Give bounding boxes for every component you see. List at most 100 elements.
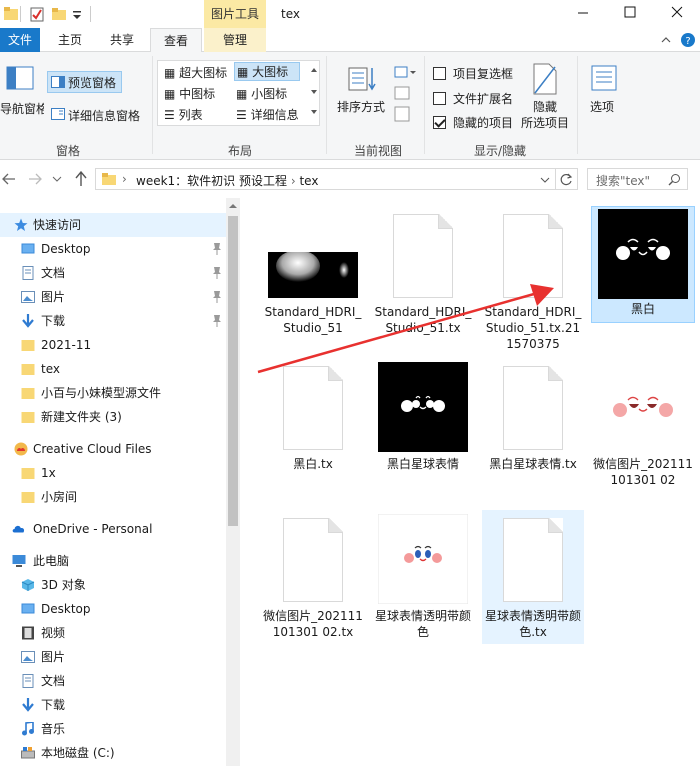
pin-icon[interactable] <box>211 266 223 280</box>
pin-icon[interactable] <box>211 314 223 328</box>
nav-item-music[interactable]: 音乐 <box>0 717 226 741</box>
recent-locations-icon[interactable] <box>52 174 62 184</box>
file-name: 黑白.tx <box>293 457 333 471</box>
pin-icon[interactable] <box>211 242 223 256</box>
download-arrow-icon <box>22 314 34 328</box>
nav-item-pc-desktop[interactable]: Desktop <box>0 597 226 621</box>
nav-item-documents[interactable]: 文档 <box>0 261 226 285</box>
nav-item-pc-pictures[interactable]: 图片 <box>0 645 226 669</box>
sort-by-icon <box>348 67 376 91</box>
nav-creative-cloud[interactable]: Creative Cloud Files <box>0 437 226 461</box>
help-icon[interactable]: ? <box>680 32 696 48</box>
search-input[interactable]: 搜索"tex" <box>587 168 688 190</box>
collapse-ribbon-icon[interactable] <box>660 34 672 46</box>
navigation-pane: 快速访问 Desktop 文档 图片 下载 2021-11 tex 小百与小妹模… <box>0 198 240 766</box>
documents-icon <box>22 674 34 688</box>
tab-view[interactable]: 查看 <box>150 28 202 53</box>
folder-icon <box>102 173 116 185</box>
window-title: tex <box>281 7 300 21</box>
file-tile[interactable]: 微信图片_202111101301 02 <box>592 360 694 510</box>
nav-this-pc[interactable]: 此电脑 <box>0 549 226 573</box>
file-tile[interactable]: 黑白.tx <box>262 360 364 510</box>
layout-scroll-icon[interactable] <box>309 64 319 122</box>
nav-item-local-disk[interactable]: 本地磁盘 (C:) <box>0 741 226 765</box>
details-pane-icon <box>51 108 65 120</box>
pin-icon[interactable] <box>211 290 223 304</box>
nav-item-videos[interactable]: 视频 <box>0 621 226 645</box>
file-tile-hovered[interactable]: 星球表情透明带颜色.tx <box>482 510 584 644</box>
chevron-down-icon[interactable] <box>540 175 550 185</box>
hidden-items-label[interactable]: 隐藏的项目 <box>453 114 513 131</box>
minimize-icon[interactable] <box>560 0 606 28</box>
file-extensions-label[interactable]: 文件扩展名 <box>453 90 513 107</box>
nav-item-pc-downloads[interactable]: 下载 <box>0 693 226 717</box>
navigation-pane-button[interactable]: 导航窗格 <box>0 100 44 117</box>
refresh-button[interactable] <box>556 168 578 190</box>
layout-small-icons[interactable]: ▦ 小图标 <box>236 85 287 102</box>
nav-scrollbar-thumb[interactable] <box>228 216 238 526</box>
customize-toolbar-icon[interactable] <box>72 6 82 22</box>
options-button[interactable]: 选项 <box>590 98 614 115</box>
file-tile-selected[interactable]: 黑白 <box>591 206 695 323</box>
scroll-up-icon[interactable] <box>229 202 237 210</box>
item-checkboxes-label[interactable]: 项目复选框 <box>453 65 513 82</box>
divider <box>424 56 425 154</box>
nav-item-desktop[interactable]: Desktop <box>0 237 226 261</box>
sort-by-button[interactable]: 排序方式 <box>337 98 385 115</box>
hide-selected-button[interactable]: 隐藏 <box>533 98 557 115</box>
breadcrumb-parent[interactable]: week1：软件初识 预设工程 <box>136 174 287 188</box>
file-tile[interactable]: 黑白星球表情.tx <box>482 360 584 510</box>
tab-home[interactable]: 主页 <box>50 28 90 52</box>
layout-large-icons[interactable]: ▦ 大图标 <box>234 62 300 81</box>
current-view-group-label: 当前视图 <box>354 144 403 158</box>
nav-item-tex[interactable]: tex <box>0 357 226 381</box>
close-icon[interactable] <box>654 0 700 28</box>
file-tile[interactable]: 黑白星球表情 <box>372 360 474 510</box>
layout-list[interactable]: ☰ 列表 <box>164 106 203 123</box>
nav-item-1x[interactable]: 1x <box>0 461 226 485</box>
nav-onedrive[interactable]: OneDrive - Personal <box>0 517 226 541</box>
nav-item-small-room[interactable]: 小房间 <box>0 485 226 509</box>
forward-arrow-icon[interactable] <box>28 172 42 186</box>
new-folder-icon[interactable] <box>52 6 66 22</box>
layout-extra-large-icons[interactable]: ▦ 超大图标 <box>164 64 227 81</box>
hidden-items-checkbox[interactable] <box>433 116 446 129</box>
group-by-icons[interactable] <box>393 65 417 125</box>
tab-file[interactable]: 文件 <box>0 28 40 52</box>
nav-item-new-folder-3[interactable]: 新建文件夹 (3) <box>0 405 226 429</box>
nav-quick-access[interactable]: 快速访问 <box>0 213 226 237</box>
nav-item-model-source[interactable]: 小百与小妹模型源文件 <box>0 381 226 405</box>
back-arrow-icon[interactable] <box>2 172 16 186</box>
file-name: 星球表情透明带颜色.tx <box>484 609 581 639</box>
film-icon <box>22 626 34 640</box>
item-checkboxes-checkbox[interactable] <box>433 67 446 80</box>
file-name: 黑白星球表情.tx <box>489 457 577 471</box>
chevron-right-icon: › <box>122 172 127 186</box>
bw-planet-face-thumbnail <box>598 209 688 299</box>
search-placeholder: 搜索"tex" <box>596 174 651 188</box>
pictures-icon <box>21 291 35 303</box>
properties-icon[interactable] <box>30 6 44 22</box>
tab-manage[interactable]: 管理 <box>204 28 266 52</box>
nav-item-pc-documents[interactable]: 文档 <box>0 669 226 693</box>
nav-item-downloads[interactable]: 下载 <box>0 309 226 333</box>
star-icon <box>14 218 28 231</box>
file-extensions-checkbox[interactable] <box>433 92 446 105</box>
folder-icon <box>21 468 35 479</box>
documents-icon <box>22 266 34 280</box>
breadcrumb-current[interactable]: tex <box>299 174 318 188</box>
address-bar[interactable]: › week1：软件初识 预设工程 › tex <box>95 168 556 190</box>
nav-item-pictures[interactable]: 图片 <box>0 285 226 309</box>
layout-details[interactable]: ☰ 详细信息 <box>236 106 299 123</box>
maximize-icon[interactable] <box>607 0 653 28</box>
nav-item-3d-objects[interactable]: 3D 对象 <box>0 573 226 597</box>
layout-medium-icons[interactable]: ▦ 中图标 <box>164 85 215 102</box>
up-arrow-icon[interactable] <box>74 171 88 187</box>
details-pane-button[interactable]: 详细信息窗格 <box>68 107 140 124</box>
tab-share[interactable]: 共享 <box>100 28 144 52</box>
refresh-icon <box>560 173 573 186</box>
file-tile[interactable]: 星球表情透明带颜色 <box>372 512 474 662</box>
nav-item-2021-11[interactable]: 2021-11 <box>0 333 226 357</box>
disk-icon <box>21 747 35 759</box>
file-tile[interactable]: 微信图片_202111101301 02.tx <box>262 512 364 662</box>
